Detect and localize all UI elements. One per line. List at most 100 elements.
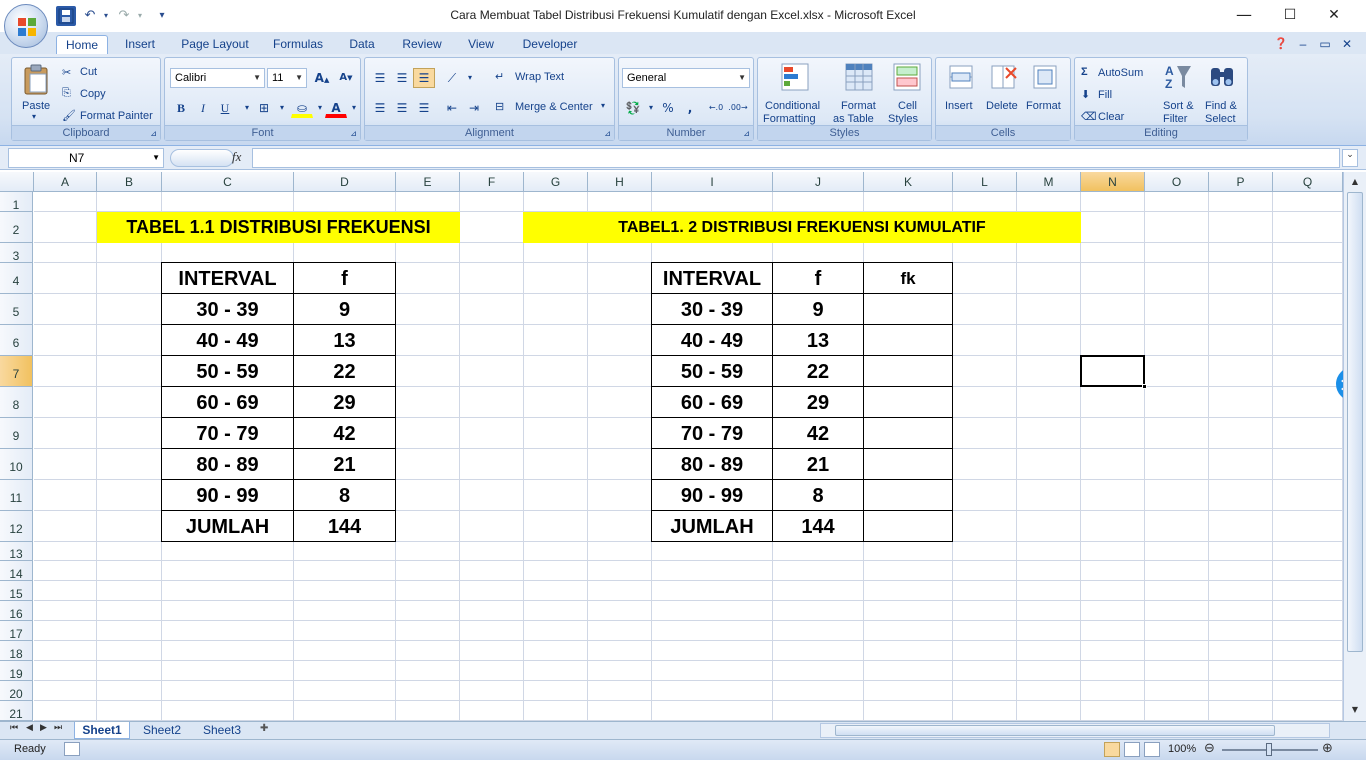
table-header-cell[interactable]: INTERVAL [651, 262, 773, 294]
merge-center-icon[interactable]: ⊟ [495, 100, 504, 113]
formula-input[interactable] [252, 148, 1340, 168]
table-cell[interactable]: 13 [772, 324, 864, 356]
fill-icon[interactable]: ⬇ [1081, 88, 1090, 101]
row-header-12[interactable]: 12 [0, 511, 33, 542]
merge-center-button[interactable]: Merge & Center [515, 101, 593, 113]
sort-filter-button[interactable]: Sort & [1163, 100, 1194, 112]
name-box[interactable]: N7 ▼ [8, 148, 164, 168]
column-header-e[interactable]: E [396, 172, 460, 192]
row-header-11[interactable]: 11 [0, 480, 33, 511]
row-header-15[interactable]: 15 [0, 581, 33, 601]
customize-qat-icon[interactable]: ▾ [152, 6, 172, 26]
normal-view-icon[interactable] [1104, 742, 1120, 757]
insert-button[interactable]: Insert [945, 100, 973, 112]
table-cell[interactable] [863, 417, 953, 449]
merge-dropdown-icon[interactable]: ▾ [601, 101, 605, 110]
table-cell[interactable]: 50 - 59 [651, 355, 773, 387]
column-header-d[interactable]: D [294, 172, 396, 192]
table-cell[interactable]: 50 - 59 [161, 355, 294, 387]
zoom-out-icon[interactable]: ⊖ [1204, 741, 1215, 756]
autosum-button[interactable]: AutoSum [1098, 67, 1143, 79]
table-cell[interactable]: 8 [772, 479, 864, 511]
row-header-4[interactable]: 4 [0, 263, 33, 294]
grow-font-icon[interactable]: A▲ [311, 68, 333, 88]
align-middle-icon[interactable]: ☰ [391, 68, 413, 88]
next-sheet-icon[interactable]: ▶ [40, 723, 47, 733]
paste-button[interactable]: Paste [22, 100, 50, 112]
number-format-combo[interactable]: General ▼ [622, 68, 750, 88]
row-header-2[interactable]: 2 [0, 212, 33, 243]
page-layout-view-icon[interactable] [1124, 742, 1140, 757]
scroll-up-icon[interactable]: ▲ [1347, 174, 1363, 190]
last-sheet-icon[interactable]: ⏭ [54, 723, 62, 733]
column-header-k[interactable]: K [864, 172, 953, 192]
format-as-table-button[interactable]: Format [841, 100, 876, 112]
column-header-b[interactable]: B [97, 172, 162, 192]
sheet-tab-2[interactable]: Sheet2 [134, 722, 190, 739]
find-select-icon[interactable] [1207, 62, 1237, 92]
table-cell[interactable]: 144 [293, 510, 396, 542]
row-header-14[interactable]: 14 [0, 561, 33, 581]
font-color-dropdown-icon[interactable]: ▾ [343, 98, 365, 118]
table-cell[interactable]: 29 [293, 386, 396, 418]
borders-dropdown-icon[interactable]: ▾ [271, 98, 293, 118]
tab-view[interactable]: View [460, 35, 502, 54]
column-header-g[interactable]: G [524, 172, 588, 192]
italic-button[interactable]: I [192, 98, 214, 118]
zoom-level[interactable]: 100% [1168, 743, 1196, 755]
tab-home[interactable]: Home [56, 35, 108, 54]
table-cell[interactable]: 40 - 49 [651, 324, 773, 356]
worksheet-grid[interactable]: ABCDEFGHIJKLMNOPQ 1 2 3 4 5 6 7 8 9 10 11 12 13 14 15 1… [0, 172, 1343, 721]
format-painter-icon[interactable]: 🖌 [62, 109, 76, 122]
table-cell[interactable]: 9 [293, 293, 396, 325]
align-right-icon[interactable]: ☰ [413, 98, 435, 118]
increase-decimal-icon[interactable]: ←.0 [705, 98, 727, 118]
row-header-9[interactable]: 9 [0, 418, 33, 449]
table-cell[interactable]: JUMLAH [161, 510, 294, 542]
table-cell[interactable]: 90 - 99 [161, 479, 294, 511]
copy-button[interactable]: Copy [80, 88, 106, 100]
table-cell[interactable]: JUMLAH [651, 510, 773, 542]
clear-button[interactable]: Clear [1098, 111, 1124, 123]
cell-styles-button[interactable]: Cell [898, 100, 917, 112]
macro-record-icon[interactable] [64, 742, 80, 756]
table-cell[interactable]: 42 [293, 417, 396, 449]
table-cell[interactable]: 144 [772, 510, 864, 542]
zoom-slider-thumb[interactable] [1266, 743, 1272, 756]
increase-indent-icon[interactable]: ⇥ [463, 98, 485, 118]
table-header-cell[interactable]: f [293, 262, 396, 294]
column-header-i[interactable]: I [652, 172, 773, 192]
row-header-20[interactable]: 20 [0, 681, 33, 701]
office-button[interactable] [4, 4, 48, 48]
insert-cells-icon[interactable] [946, 62, 976, 92]
column-header-n[interactable]: N [1081, 172, 1145, 192]
dropbox-icon[interactable] [1336, 367, 1343, 401]
row-header-10[interactable]: 10 [0, 449, 33, 480]
row-header-3[interactable]: 3 [0, 243, 33, 263]
column-header-m[interactable]: M [1017, 172, 1081, 192]
column-header-q[interactable]: Q [1273, 172, 1343, 192]
ribbon-close-icon[interactable]: ✕ [1338, 35, 1356, 54]
table-cell[interactable]: 22 [293, 355, 396, 387]
table-cell[interactable]: 70 - 79 [651, 417, 773, 449]
clear-icon[interactable]: ⌫ [1081, 110, 1097, 123]
tab-formulas[interactable]: Formulas [266, 35, 330, 54]
formula-bar-handle[interactable] [170, 149, 234, 167]
table-cell[interactable]: 42 [772, 417, 864, 449]
tab-insert[interactable]: Insert [116, 35, 164, 54]
table-cell[interactable]: 29 [772, 386, 864, 418]
table-cell[interactable]: 8 [293, 479, 396, 511]
row-header-6[interactable]: 6 [0, 325, 33, 356]
table-header-cell[interactable]: INTERVAL [161, 262, 294, 294]
column-header-l[interactable]: L [953, 172, 1017, 192]
table-cell[interactable]: 90 - 99 [651, 479, 773, 511]
horizontal-scrollbar[interactable] [820, 723, 1330, 738]
conditional-formatting-icon[interactable] [780, 62, 810, 92]
delete-cells-icon[interactable] [988, 62, 1018, 92]
table-cell[interactable]: 70 - 79 [161, 417, 294, 449]
cut-button[interactable]: Cut [80, 66, 97, 78]
shrink-font-icon[interactable]: A▼ [335, 68, 357, 88]
prev-sheet-icon[interactable]: ◀ [26, 723, 33, 733]
table1-title[interactable]: TABEL 1.1 DISTRIBUSI FREKUENSI [97, 212, 460, 243]
bold-button[interactable]: B [170, 98, 192, 118]
